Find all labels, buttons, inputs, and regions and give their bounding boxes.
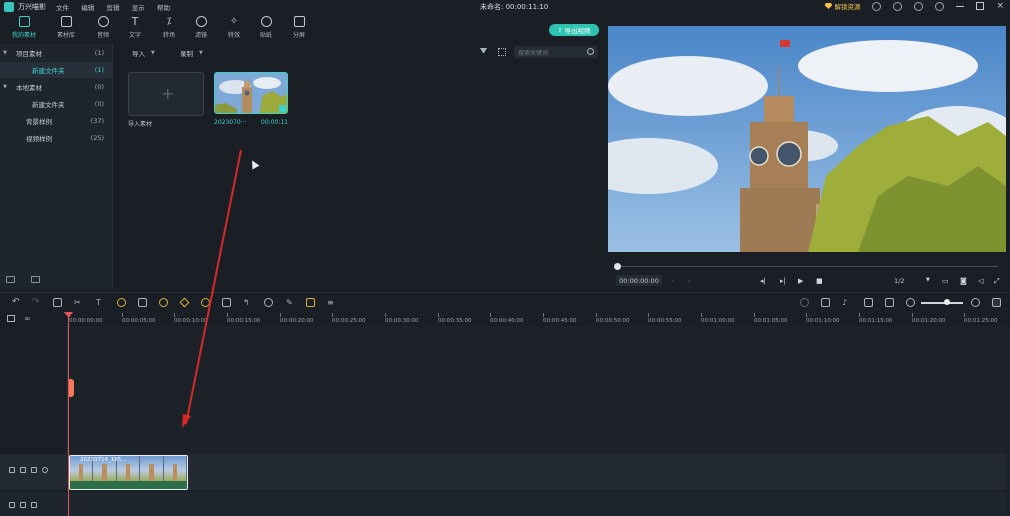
annotation-arrow <box>182 149 242 428</box>
